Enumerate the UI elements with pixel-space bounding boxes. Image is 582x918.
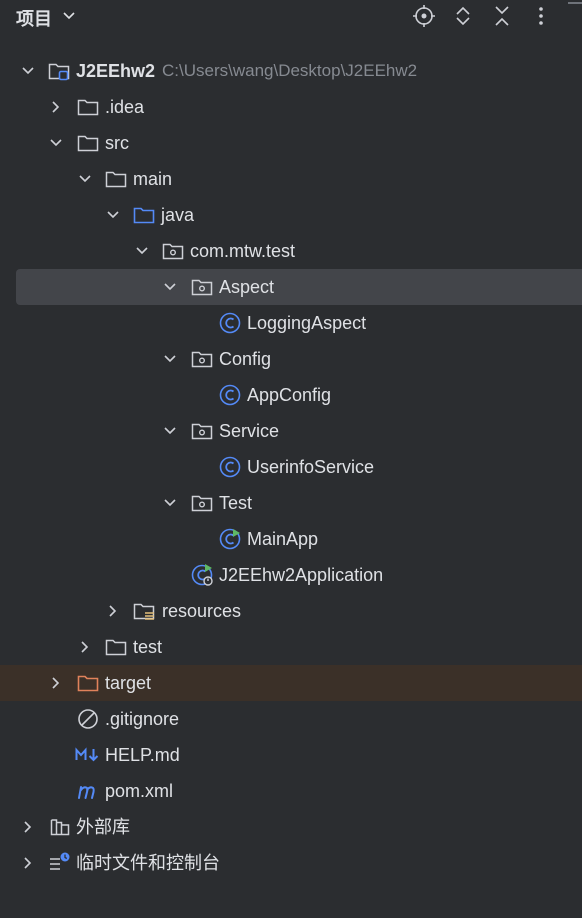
chevron-down-icon[interactable] xyxy=(134,243,150,259)
chevron-down-icon[interactable] xyxy=(162,351,178,367)
tree-item-label: Test xyxy=(219,493,253,513)
tree-item-scratches[interactable]: 临时文件和控制台 xyxy=(0,845,582,881)
java-class-icon xyxy=(219,456,241,478)
tree-item-service[interactable]: Service xyxy=(0,413,582,449)
tree-item-label: pom.xml xyxy=(105,781,174,801)
tree-item-label: resources xyxy=(162,601,242,621)
chevron-down-icon[interactable] xyxy=(162,495,178,511)
java-class-icon xyxy=(219,384,241,406)
more-options-icon[interactable] xyxy=(529,4,553,28)
project-panel-header: 项目 xyxy=(0,0,582,34)
project-path: C:\Users\wang\Desktop\J2EEhw2 xyxy=(162,61,418,80)
chevron-right-icon[interactable] xyxy=(48,99,64,115)
scratches-icon xyxy=(50,852,70,870)
tree-item-label: Config xyxy=(219,349,272,369)
tree-item-label: 外部库 xyxy=(76,817,130,837)
tree-item-config[interactable]: Config xyxy=(0,341,582,377)
ignore-file-icon xyxy=(78,709,98,729)
tree-item-label: .gitignore xyxy=(105,709,180,729)
tree-item-label: Aspect xyxy=(219,277,275,297)
package-icon xyxy=(191,423,213,440)
tree-item-pom[interactable]: pom.xml xyxy=(0,773,582,809)
tree-item-gitignore[interactable]: .gitignore xyxy=(0,701,582,737)
chevron-right-icon[interactable] xyxy=(20,819,36,835)
tree-item-test[interactable]: test xyxy=(0,629,582,665)
tree-item-target[interactable]: target xyxy=(0,665,582,701)
selection-highlight xyxy=(16,269,582,305)
tree-item-label: java xyxy=(161,205,195,225)
tree-item-src[interactable]: src xyxy=(0,125,582,161)
tree-item-label: LoggingAspect xyxy=(247,313,367,333)
project-name: J2EEhw2 xyxy=(76,61,156,81)
tree-item-label: target xyxy=(105,673,152,693)
chevron-down-icon[interactable] xyxy=(162,423,178,439)
chevron-down-icon[interactable] xyxy=(105,207,121,223)
chevron-right-icon[interactable] xyxy=(105,603,121,619)
tree-item-app-config[interactable]: AppConfig xyxy=(0,377,582,413)
chevron-down-icon[interactable] xyxy=(162,279,178,295)
package-icon xyxy=(162,243,184,260)
chevron-down-icon[interactable] xyxy=(48,135,64,151)
excluded-folder-icon xyxy=(77,675,99,692)
tree-item-test-package[interactable]: Test xyxy=(0,485,582,521)
tree-item-help-md[interactable]: HELP.md xyxy=(0,737,582,773)
tree-item-label: Service xyxy=(219,421,280,441)
chevron-down-icon[interactable] xyxy=(77,171,93,187)
tree-item-label: HELP.md xyxy=(105,745,180,765)
markdown-icon xyxy=(75,747,99,762)
locate-icon[interactable] xyxy=(412,4,436,28)
tree-item-label: com.mtw.test xyxy=(190,241,296,261)
tree-item-label: main xyxy=(133,169,173,189)
tree-item-userinfo-service[interactable]: UserinfoService xyxy=(0,449,582,485)
tree-item-idea[interactable]: .idea xyxy=(0,89,582,125)
source-folder-icon xyxy=(133,207,155,224)
package-icon xyxy=(191,351,213,368)
folder-icon xyxy=(105,171,127,188)
tree-item-main-app[interactable]: MainApp xyxy=(0,521,582,557)
panel-title[interactable]: 项目 xyxy=(16,5,52,31)
chevron-right-icon[interactable] xyxy=(20,855,36,871)
tree-item-project-root[interactable]: J2EEhw2 C:\Users\wang\Desktop\J2EEhw2 xyxy=(0,53,582,89)
tree-item-label: UserinfoService xyxy=(247,457,375,477)
folder-icon xyxy=(105,639,127,656)
module-folder-icon xyxy=(48,63,70,81)
tree-item-label: src xyxy=(105,133,129,153)
java-class-icon xyxy=(219,312,241,334)
tree-item-package[interactable]: com.mtw.test xyxy=(0,233,582,269)
chevron-down-icon[interactable] xyxy=(20,63,36,79)
tree-item-label: J2EEhw2Application xyxy=(219,565,384,585)
expand-all-icon[interactable] xyxy=(451,4,475,28)
collapse-all-icon[interactable] xyxy=(490,4,514,28)
tree-item-java[interactable]: java xyxy=(0,197,582,233)
package-icon xyxy=(191,279,213,296)
resources-folder-icon xyxy=(133,603,155,620)
folder-icon xyxy=(77,135,99,152)
folder-icon xyxy=(77,99,99,116)
tree-item-label: .idea xyxy=(105,97,145,117)
chevron-right-icon[interactable] xyxy=(48,675,64,691)
tree-item-label: 临时文件和控制台 xyxy=(76,853,220,873)
panel-edge xyxy=(568,2,582,4)
spring-boot-app-icon xyxy=(191,564,213,586)
tree-item-external-libraries[interactable]: 外部库 xyxy=(0,809,582,845)
chevron-down-icon[interactable] xyxy=(62,9,76,23)
library-icon xyxy=(50,819,70,836)
tree-item-label: MainApp xyxy=(247,529,319,549)
chevron-right-icon[interactable] xyxy=(77,639,93,655)
maven-icon xyxy=(78,786,95,799)
package-icon xyxy=(191,495,213,512)
runnable-class-icon xyxy=(219,528,241,550)
tree-item-resources[interactable]: resources xyxy=(0,593,582,629)
tree-item-logging-aspect[interactable]: LoggingAspect xyxy=(0,305,582,341)
tree-item-main[interactable]: main xyxy=(0,161,582,197)
tree-item-label: AppConfig xyxy=(247,385,332,405)
tree-item-aspect[interactable]: Aspect xyxy=(0,269,582,305)
tree-item-label: test xyxy=(133,637,163,657)
tree-item-application[interactable]: J2EEhw2Application xyxy=(0,557,582,593)
